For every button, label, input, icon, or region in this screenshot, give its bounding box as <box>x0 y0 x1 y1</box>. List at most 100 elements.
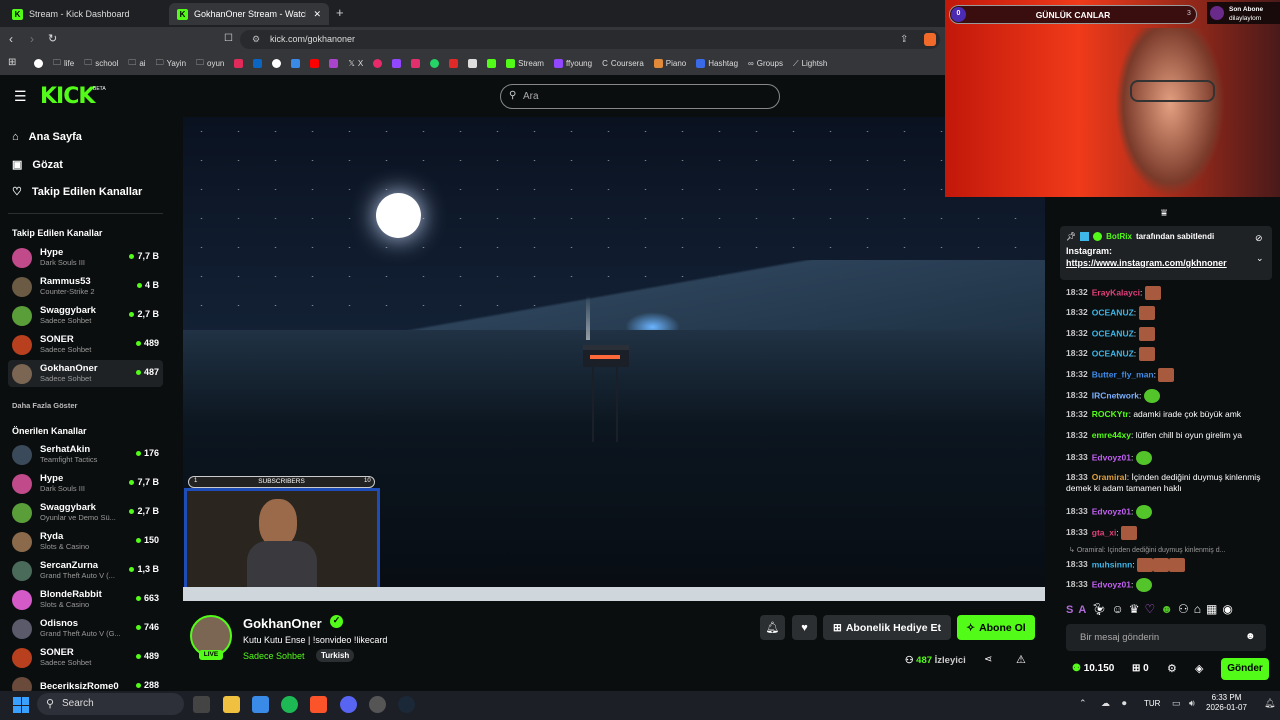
bookmark-x[interactable]: 𝕏X <box>348 59 363 68</box>
report-icon[interactable]: ⚠ <box>1016 653 1026 666</box>
search-input[interactable]: Ara <box>500 84 780 109</box>
bookmark-site-icon[interactable] <box>468 59 478 68</box>
brave-shield-icon[interactable] <box>924 33 936 46</box>
bookmark-site-icon[interactable] <box>291 59 301 68</box>
nav-following[interactable]: ♡ Takip Edilen Kanallar <box>12 185 142 199</box>
close-tab-icon[interactable]: ✕ <box>313 9 321 20</box>
whatsapp-icon[interactable] <box>430 59 440 68</box>
chat-input[interactable]: Bir mesaj gönderin <box>1066 624 1266 651</box>
channel-points[interactable]: ⚉ 10.150 <box>1072 663 1114 674</box>
share-icon[interactable]: ⋖ <box>984 654 992 665</box>
tab-gokhanoner-stream[interactable]: K GokhanOner Stream - Watch Live ✕ <box>169 3 329 25</box>
kick-mascot-icon[interactable]: ◈ <box>1195 662 1203 675</box>
pinned-link[interactable]: https://www.instagram.com/gkhnoner <box>1066 258 1266 268</box>
language-tag[interactable]: Turkish <box>316 649 355 662</box>
sidebar-channel-odisnos[interactable]: Odisnos Grand Theft Auto V (G... 746 <box>8 615 163 642</box>
chat-username[interactable]: emre44xy <box>1092 430 1131 440</box>
linkedin-icon[interactable] <box>253 59 263 68</box>
bookmark-lightsh[interactable]: ⟋ Lightsh <box>793 59 827 69</box>
sidebar-channel-blonderabbit[interactable]: BlondeRabbit Slots & Casino 663 <box>8 586 163 613</box>
emoji-picker-icon[interactable]: ☻ <box>1245 631 1256 642</box>
send-button[interactable]: Gönder <box>1221 658 1269 680</box>
twitch-icon[interactable] <box>392 59 402 68</box>
emote[interactable]: 🦆︎ <box>1091 602 1111 616</box>
chat-username[interactable]: OCEANUZ <box>1092 328 1134 338</box>
emote[interactable]: ♡ <box>1145 602 1161 616</box>
emote[interactable]: ▦ <box>1206 602 1222 616</box>
obs-icon[interactable] <box>369 696 386 713</box>
bookmark-ffyoung[interactable]: ffyoung <box>553 59 592 68</box>
sidebar-channel-ryda[interactable]: Ryda Slots & Casino 150 <box>8 528 163 555</box>
unpin-icon[interactable]: ⊘ <box>1255 233 1263 244</box>
gift-subscription-button[interactable]: ⊞ Abonelik Hediye Et <box>823 615 951 640</box>
bookmark-piano[interactable]: Piano <box>653 59 686 68</box>
apps-grid-icon[interactable]: ⊞ <box>8 57 16 68</box>
tray-icon[interactable]: ☁ <box>1101 698 1110 709</box>
follow-button[interactable]: ♥ <box>792 615 817 640</box>
sidebar-channel-swaggybark[interactable]: Swaggybark Oyunlar ve Demo Sü... 2,7 B <box>8 499 163 526</box>
chat-username[interactable]: Oramiral <box>1092 472 1127 482</box>
instagram-icon[interactable] <box>411 59 421 68</box>
pinned-by-user[interactable]: BotRix <box>1106 232 1132 241</box>
bookmark-site-icon[interactable] <box>329 59 339 68</box>
tab-kick-dashboard[interactable]: K Stream - Kick Dashboard <box>4 3 169 25</box>
sidebar-channel-rammus53[interactable]: Rammus53 Counter-Strike 2 4 B <box>8 273 163 300</box>
bookmark-folder-yayin[interactable]: 🗀 Yayin <box>156 57 186 71</box>
bookmark-folder-life[interactable]: 🗀 life <box>53 57 74 71</box>
chat-username[interactable]: ROCKYtr <box>1092 409 1129 419</box>
chat-username[interactable]: gta_xi <box>1092 527 1117 537</box>
nav-home[interactable]: ⌂ Ana Sayfa <box>12 131 82 143</box>
emote-quickbar[interactable]: SA🦆︎☺♛♡☻⚇⌂▦◉ <box>1066 602 1238 616</box>
youtube-icon[interactable] <box>310 59 320 68</box>
photos-icon[interactable] <box>252 696 269 713</box>
discord-icon[interactable] <box>340 696 357 713</box>
emote[interactable]: ♛ <box>1129 602 1145 616</box>
kick-icon[interactable] <box>487 59 497 68</box>
steam-icon[interactable] <box>398 696 415 713</box>
bookmark-icon[interactable]: ☐ <box>224 33 233 44</box>
bookmark-hashtag[interactable]: Hashtag <box>696 59 738 68</box>
speaker-icon[interactable]: 🔊︎ <box>1189 698 1195 709</box>
sidebar-channel-hype[interactable]: Hype Dark Souls III 7,7 B <box>8 470 163 497</box>
emote[interactable]: SA <box>1066 604 1091 616</box>
chat-username[interactable]: IRCnetwork <box>1092 390 1139 400</box>
bookmark-folder-oyun[interactable]: 🗀 oyun <box>196 57 224 71</box>
emote[interactable]: ⚇ <box>1178 602 1194 616</box>
taskbar-clock[interactable]: 6:33 PM 2026-01-07 <box>1206 693 1247 713</box>
kick-logo[interactable]: KICK <box>40 84 95 109</box>
bookmark-folder-school[interactable]: 🗀 school <box>84 57 118 71</box>
nav-browse[interactable]: ▣ Gözat <box>12 158 63 172</box>
emote[interactable]: ◉ <box>1222 602 1237 616</box>
forward-arrow-icon[interactable]: › <box>30 32 34 46</box>
emote[interactable]: ☻ <box>1160 602 1178 616</box>
show-more-link[interactable]: Daha Fazla Göster <box>12 401 77 410</box>
spotify-icon[interactable] <box>281 696 298 713</box>
bookmark-google[interactable] <box>34 59 43 68</box>
bookmark-site-icon[interactable] <box>373 59 383 68</box>
display-icon[interactable]: ▭ <box>1172 698 1181 709</box>
notification-bell-button[interactable]: 🔔︎ <box>760 615 785 640</box>
site-info-icon[interactable]: ⚙ <box>252 34 260 45</box>
windows-start-icon[interactable] <box>13 697 29 713</box>
chat-username[interactable]: OCEANUZ <box>1092 307 1134 317</box>
bookmark-coursera[interactable]: C Coursera <box>602 59 644 68</box>
chat-username[interactable]: Butter_fly_man <box>1092 369 1154 379</box>
emote[interactable]: ⌂ <box>1194 602 1206 616</box>
stream-category[interactable]: Sadece Sohbet <box>243 651 305 661</box>
chat-username[interactable]: OCEANUZ <box>1092 348 1134 358</box>
gift-counter[interactable]: ⊞ 0 <box>1132 663 1149 674</box>
bookmark-groups[interactable]: ∞ Groups <box>748 59 783 68</box>
sidebar-channel-sercanzurna[interactable]: SercanZurna Grand Theft Auto V (... 1,3 B <box>8 557 163 584</box>
tumblr-icon[interactable] <box>449 59 459 68</box>
share-icon[interactable]: ⇪ <box>900 34 908 45</box>
back-arrow-icon[interactable]: ‹ <box>9 32 13 46</box>
task-view-icon[interactable] <box>193 696 210 713</box>
chat-username[interactable]: ErayKalayci <box>1092 287 1140 297</box>
sidebar-channel-swaggybark[interactable]: Swaggybark Sadece Sohbet 2,7 B <box>8 302 163 329</box>
sidebar-channel-gokhanoner[interactable]: GokhanOner Sadece Sohbet 487 <box>8 360 163 387</box>
sidebar-channel-soner[interactable]: SONER Sadece Sohbet 489 <box>8 644 163 671</box>
google-icon[interactable] <box>272 59 282 68</box>
tray-chevron-icon[interactable]: ⌃ <box>1079 698 1087 709</box>
chevron-down-icon[interactable]: ⌄ <box>1256 253 1264 264</box>
sidebar-channel-serhatakin[interactable]: SerhatAkin Teamfight Tactics 176 <box>8 441 163 468</box>
